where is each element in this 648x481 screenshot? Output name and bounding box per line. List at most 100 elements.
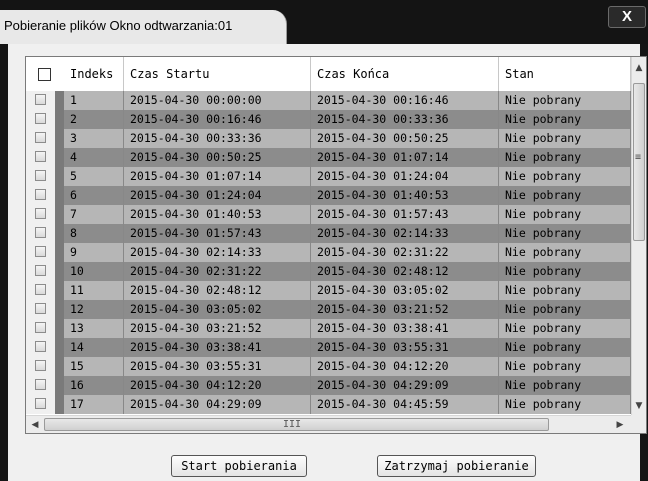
row-gutter <box>55 148 64 167</box>
row-checkbox[interactable] <box>35 170 46 181</box>
select-all-checkbox[interactable] <box>38 68 51 81</box>
column-header-index[interactable]: Indeks <box>64 57 124 91</box>
row-gutter <box>55 129 64 148</box>
row-checkbox-cell <box>26 376 55 395</box>
table-row[interactable]: 1 2015-04-30 00:00:00 2015-04-30 00:16:46 N… <box>26 91 631 110</box>
cell-start-time: 2015-04-30 04:12:20 <box>124 376 311 395</box>
row-checkbox[interactable] <box>35 265 46 276</box>
row-checkbox[interactable] <box>35 227 46 238</box>
row-checkbox[interactable] <box>35 341 46 352</box>
table-row[interactable]: 7 2015-04-30 01:40:53 2015-04-30 01:57:43 N… <box>26 205 631 224</box>
table-row[interactable]: 10 2015-04-30 02:31:22 2015-04-30 02:48:12… <box>26 262 631 281</box>
cell-status: Nie pobrany <box>499 91 631 110</box>
cell-status: Nie pobrany <box>499 300 631 319</box>
cell-index: 10 <box>64 262 124 281</box>
cell-end-time: 2015-04-30 02:31:22 <box>311 243 499 262</box>
window-title: Pobieranie plików Okno odtwarzania:01 <box>4 18 233 33</box>
cell-index: 4 <box>64 148 124 167</box>
table-row[interactable]: 11 2015-04-30 02:48:12 2015-04-30 03:05:02… <box>26 281 631 300</box>
vertical-grip-icon: ≡ <box>635 152 642 163</box>
row-checkbox-cell <box>26 167 55 186</box>
cell-start-time: 2015-04-30 00:00:00 <box>124 91 311 110</box>
column-header-start-time[interactable]: Czas Startu <box>124 57 311 91</box>
table-row[interactable]: 6 2015-04-30 01:24:04 2015-04-30 01:40:53 N… <box>26 186 631 205</box>
cell-index: 5 <box>64 167 124 186</box>
file-list-table: Indeks Czas Startu Czas Końca Stan 1 2015… <box>25 56 647 434</box>
row-gutter <box>55 91 64 110</box>
table-row[interactable]: 5 2015-04-30 01:07:14 2015-04-30 01:24:04 N… <box>26 167 631 186</box>
scroll-right-icon[interactable]: ▶ <box>614 420 626 430</box>
table-row[interactable]: 14 2015-04-30 03:38:41 2015-04-30 03:55:31… <box>26 338 631 357</box>
table-row[interactable]: 16 2015-04-30 04:12:20 2015-04-30 04:29:09… <box>26 376 631 395</box>
cell-status: Nie pobrany <box>499 186 631 205</box>
row-checkbox[interactable] <box>35 132 46 143</box>
row-checkbox[interactable] <box>35 398 46 409</box>
vertical-scroll-thumb[interactable]: ≡ <box>633 83 645 241</box>
close-button[interactable]: X <box>608 6 646 28</box>
row-checkbox[interactable] <box>35 379 46 390</box>
cell-start-time: 2015-04-30 01:24:04 <box>124 186 311 205</box>
cell-status: Nie pobrany <box>499 357 631 376</box>
row-checkbox[interactable] <box>35 322 46 333</box>
row-gutter <box>55 205 64 224</box>
cell-end-time: 2015-04-30 03:21:52 <box>311 300 499 319</box>
scroll-up-icon[interactable]: ▲ <box>633 63 645 73</box>
table-row[interactable]: 15 2015-04-30 03:55:31 2015-04-30 04:12:20… <box>26 357 631 376</box>
row-checkbox[interactable] <box>35 208 46 219</box>
row-checkbox[interactable] <box>35 189 46 200</box>
cell-status: Nie pobrany <box>499 338 631 357</box>
column-header-end-time[interactable]: Czas Końca <box>311 57 499 91</box>
cell-end-time: 2015-04-30 01:57:43 <box>311 205 499 224</box>
row-checkbox[interactable] <box>35 113 46 124</box>
scroll-left-icon[interactable]: ◀ <box>29 420 41 430</box>
row-checkbox[interactable] <box>35 94 46 105</box>
row-checkbox-cell <box>26 186 55 205</box>
horizontal-grip-icon: III <box>283 419 302 430</box>
table-row[interactable]: 9 2015-04-30 02:14:33 2015-04-30 02:31:22 N… <box>26 243 631 262</box>
row-gutter <box>55 243 64 262</box>
table-row[interactable]: 4 2015-04-30 00:50:25 2015-04-30 01:07:14 N… <box>26 148 631 167</box>
cell-end-time: 2015-04-30 00:16:46 <box>311 91 499 110</box>
cell-end-time: 2015-04-30 02:48:12 <box>311 262 499 281</box>
column-header-status[interactable]: Stan <box>499 57 631 91</box>
cell-status: Nie pobrany <box>499 262 631 281</box>
row-gutter <box>55 281 64 300</box>
table-row[interactable]: 3 2015-04-30 00:33:36 2015-04-30 00:50:25 N… <box>26 129 631 148</box>
horizontal-scrollbar[interactable]: ◀ III ▶ <box>26 415 631 433</box>
row-checkbox[interactable] <box>35 246 46 257</box>
stop-download-button[interactable]: Zatrzymaj pobieranie <box>377 455 536 477</box>
row-checkbox-cell <box>26 319 55 338</box>
scroll-down-icon[interactable]: ▼ <box>633 401 645 411</box>
cell-start-time: 2015-04-30 04:29:09 <box>124 395 311 414</box>
cell-status: Nie pobrany <box>499 224 631 243</box>
row-checkbox-cell <box>26 338 55 357</box>
table-row[interactable]: 17 2015-04-30 04:29:09 2015-04-30 04:45:59… <box>26 395 631 414</box>
table-row[interactable]: 12 2015-04-30 03:05:02 2015-04-30 03:21:52… <box>26 300 631 319</box>
row-gutter <box>55 300 64 319</box>
cell-index: 11 <box>64 281 124 300</box>
cell-index: 13 <box>64 319 124 338</box>
row-checkbox-cell <box>26 243 55 262</box>
row-checkbox-cell <box>26 110 55 129</box>
row-gutter <box>55 167 64 186</box>
row-checkbox[interactable] <box>35 303 46 314</box>
cell-index: 17 <box>64 395 124 414</box>
start-download-button[interactable]: Start pobierania <box>171 455 307 477</box>
table-row[interactable]: 8 2015-04-30 01:57:43 2015-04-30 02:14:33 N… <box>26 224 631 243</box>
row-checkbox[interactable] <box>35 151 46 162</box>
cell-index: 3 <box>64 129 124 148</box>
title-bar: Pobieranie plików Okno odtwarzania:01 X <box>0 0 648 44</box>
row-checkbox[interactable] <box>35 284 46 295</box>
cell-end-time: 2015-04-30 00:33:36 <box>311 110 499 129</box>
cell-index: 15 <box>64 357 124 376</box>
horizontal-scroll-thumb[interactable]: III <box>44 418 549 431</box>
row-gutter <box>55 357 64 376</box>
row-gutter <box>55 395 64 414</box>
row-gutter <box>55 319 64 338</box>
cell-end-time: 2015-04-30 01:24:04 <box>311 167 499 186</box>
row-checkbox[interactable] <box>35 360 46 371</box>
table-row[interactable]: 2 2015-04-30 00:16:46 2015-04-30 00:33:36 N… <box>26 110 631 129</box>
table-row[interactable]: 13 2015-04-30 03:21:52 2015-04-30 03:38:41… <box>26 319 631 338</box>
vertical-scrollbar[interactable]: ▲ ≡ ▼ <box>631 57 646 415</box>
cell-start-time: 2015-04-30 02:31:22 <box>124 262 311 281</box>
